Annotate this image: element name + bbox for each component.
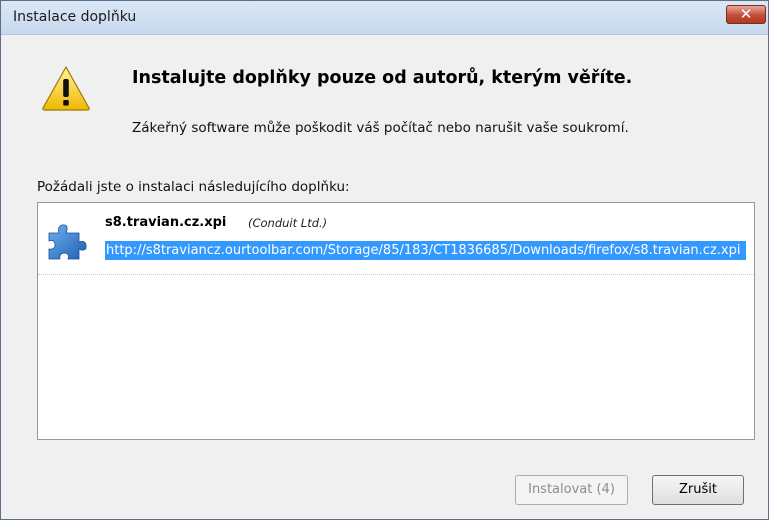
addon-url[interactable]: http://s8traviancz.ourtoolbar.com/Storag… <box>105 241 746 260</box>
addon-name: s8.travian.cz.xpi <box>105 215 227 230</box>
install-button[interactable]: Instalovat (4) <box>515 475 628 505</box>
addon-author: (Conduit Ltd.) <box>248 216 328 230</box>
warning-heading: Instalujte doplňky pouze od autorů, kter… <box>132 68 633 88</box>
addon-list[interactable]: s8.travian.cz.xpi (Conduit Ltd.) http://… <box>37 202 755 440</box>
install-addon-dialog: Instalace doplňku ✕ Instalujte doplňky p… <box>0 0 769 520</box>
cancel-button[interactable]: Zrušit <box>652 475 744 505</box>
list-item[interactable]: s8.travian.cz.xpi (Conduit Ltd.) http://… <box>38 203 754 275</box>
warning-icon <box>42 66 90 111</box>
close-icon: ✕ <box>739 5 753 23</box>
addon-list-label: Požádali jste o instalaci následujícího … <box>37 179 350 195</box>
close-button[interactable]: ✕ <box>726 5 766 24</box>
window-title: Instalace doplňku <box>13 9 137 25</box>
title-bar: Instalace doplňku ✕ <box>1 1 768 35</box>
warning-subtext: Zákeřný software může poškodit váš počít… <box>132 120 629 136</box>
puzzle-piece-icon <box>48 224 87 260</box>
